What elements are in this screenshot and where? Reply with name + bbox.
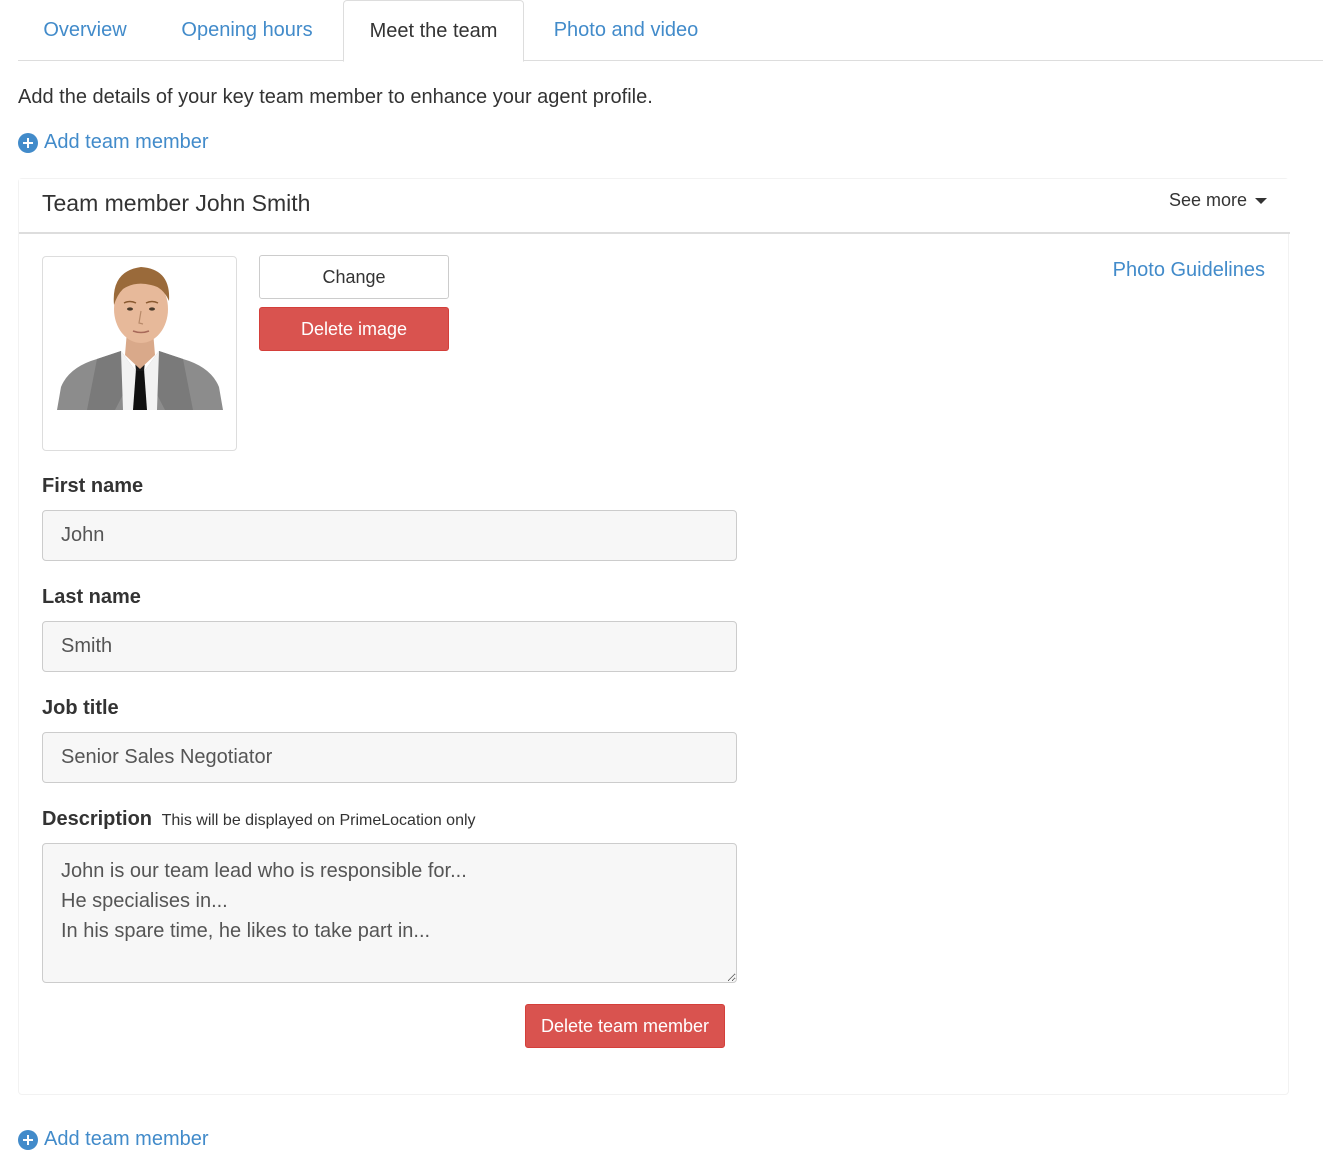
tab-opening-hours[interactable]: Opening hours xyxy=(162,0,332,61)
job-title-label: Job title xyxy=(42,697,119,719)
description-label: Description xyxy=(42,808,153,830)
add-team-member-label: Add team member xyxy=(44,1128,209,1150)
plus-circle-icon xyxy=(18,132,38,153)
portrait-image xyxy=(57,267,223,410)
add-team-member-link-bottom[interactable]: Add team member xyxy=(18,1128,209,1151)
panel-title: Team member John Smith xyxy=(42,190,311,216)
first-name-field[interactable] xyxy=(42,510,737,561)
last-name-field[interactable] xyxy=(42,621,737,672)
delete-team-member-button[interactable]: Delete team member xyxy=(525,1004,725,1048)
description-field[interactable]: John is our team lead who is responsible… xyxy=(42,843,737,983)
intro-text: Add the details of your key team member … xyxy=(18,86,653,108)
first-name-label: First name xyxy=(42,475,144,497)
add-team-member-label: Add team member xyxy=(44,131,209,153)
panel-heading: Team member John Smith See more xyxy=(19,179,1290,234)
delete-image-button[interactable]: Delete image xyxy=(259,307,449,351)
job-title-field[interactable] xyxy=(42,732,737,783)
caret-down-icon xyxy=(1255,197,1267,204)
team-member-panel: Team member John Smith See more Change D… xyxy=(18,178,1290,1095)
tab-photo-and-video[interactable]: Photo and video xyxy=(536,0,716,61)
tab-meet-the-team[interactable]: Meet the team xyxy=(343,0,524,62)
change-photo-button[interactable]: Change xyxy=(259,255,449,299)
see-more-toggle[interactable]: See more xyxy=(1169,190,1267,211)
see-more-label: See more xyxy=(1168,190,1247,210)
tab-bar: Overview Opening hours Meet the team Pho… xyxy=(18,0,1323,62)
plus-circle-icon xyxy=(18,1129,38,1150)
tab-overview[interactable]: Overview xyxy=(18,0,152,61)
photo-guidelines-link[interactable]: Photo Guidelines xyxy=(1113,259,1265,282)
member-photo xyxy=(42,256,237,451)
description-hint: This will be displayed on PrimeLocation … xyxy=(161,812,476,829)
last-name-label: Last name xyxy=(42,586,141,608)
add-team-member-link[interactable]: Add team member xyxy=(18,131,209,154)
description-label-row: Description This will be displayed on Pr… xyxy=(42,808,476,831)
